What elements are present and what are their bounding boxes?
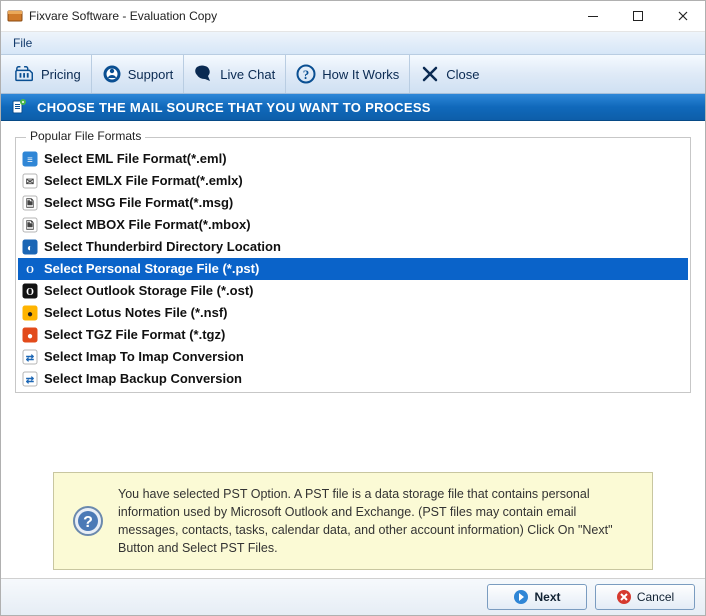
format-item-1[interactable]: ✉ Select EMLX File Format(*.emlx) — [18, 170, 688, 192]
format-label: Select Personal Storage File (*.pst) — [44, 261, 259, 277]
ost-icon: O — [22, 283, 38, 299]
footer: Next Cancel — [1, 578, 705, 615]
banner-text: CHOOSE THE MAIL SOURCE THAT YOU WANT TO … — [37, 100, 431, 115]
toolbar-label: Support — [128, 67, 174, 82]
svg-text:?: ? — [83, 514, 93, 531]
format-item-10[interactable]: ⇄ Select Imap Backup Conversion — [18, 368, 688, 390]
toolbar-label: Live Chat — [220, 67, 275, 82]
tbird-icon: ◐ — [22, 239, 38, 255]
info-box: ? You have selected PST Option. A PST fi… — [53, 472, 653, 571]
close-tool-icon — [420, 64, 440, 84]
cancel-x-icon — [616, 589, 632, 605]
svg-text:⇄: ⇄ — [26, 353, 35, 364]
app-icon — [7, 8, 23, 24]
svg-text:≡: ≡ — [27, 155, 33, 166]
toolbar-support[interactable]: Support — [92, 55, 185, 93]
eml-icon: ≡ — [22, 151, 38, 167]
tgz-icon: ● — [22, 327, 38, 343]
window-buttons — [570, 1, 705, 31]
minimize-button[interactable] — [570, 1, 615, 31]
svg-text:O: O — [26, 287, 34, 298]
toolbar-label: How It Works — [322, 67, 399, 82]
info-text: You have selected PST Option. A PST file… — [118, 485, 634, 558]
support-icon — [102, 64, 122, 84]
svg-text:🗎: 🗎 — [26, 220, 34, 232]
svg-text:●: ● — [27, 309, 33, 320]
pricing-icon — [15, 64, 35, 84]
maximize-button[interactable] — [615, 1, 660, 31]
svg-text:?: ? — [303, 67, 310, 82]
format-item-5[interactable]: O Select Personal Storage File (*.pst) — [18, 258, 688, 280]
format-label: Select TGZ File Format (*.tgz) — [44, 327, 225, 343]
main-area: Popular File Formats ≡ Select EML File Fo… — [1, 121, 705, 578]
format-item-9[interactable]: ⇄ Select Imap To Imap Conversion — [18, 346, 688, 368]
next-arrow-icon — [513, 589, 529, 605]
svg-text:🗎: 🗎 — [26, 198, 34, 210]
format-label: Select Imap To Imap Conversion — [44, 349, 244, 365]
format-item-0[interactable]: ≡ Select EML File Format(*.eml) — [18, 148, 688, 170]
window-title: Fixvare Software - Evaluation Copy — [29, 9, 570, 23]
toolbar-label: Pricing — [41, 67, 81, 82]
toolbar-close[interactable]: Close — [410, 55, 489, 93]
mbox-icon: 🗎 — [22, 217, 38, 233]
info-question-icon: ? — [72, 505, 104, 537]
banner: CHOOSE THE MAIL SOURCE THAT YOU WANT TO … — [1, 94, 705, 121]
format-item-8[interactable]: ● Select TGZ File Format (*.tgz) — [18, 324, 688, 346]
toolbar-live-chat[interactable]: Live Chat — [184, 55, 286, 93]
format-label: Select Imap Backup Conversion — [44, 371, 242, 387]
toolbar-label: Close — [446, 67, 479, 82]
titlebar: Fixvare Software - Evaluation Copy — [1, 1, 705, 32]
format-item-6[interactable]: O Select Outlook Storage File (*.ost) — [18, 280, 688, 302]
format-list: ≡ Select EML File Format(*.eml) ✉ Select EM… — [18, 148, 688, 390]
svg-text:●: ● — [27, 331, 33, 342]
emlx-icon: ✉ — [22, 173, 38, 189]
livechat-icon — [194, 64, 214, 84]
format-label: Select Outlook Storage File (*.ost) — [44, 283, 253, 299]
toolbar: Pricing Support Live Chat? How It Works Clos… — [1, 55, 705, 94]
cancel-button[interactable]: Cancel — [595, 584, 695, 610]
format-label: Select Thunderbird Directory Location — [44, 239, 281, 255]
format-item-3[interactable]: 🗎 Select MBOX File Format(*.mbox) — [18, 214, 688, 236]
toolbar-how-it-works[interactable]: ? How It Works — [286, 55, 410, 93]
format-label: Select EML File Format(*.eml) — [44, 151, 227, 167]
format-item-7[interactable]: ● Select Lotus Notes File (*.nsf) — [18, 302, 688, 324]
toolbar-pricing[interactable]: Pricing — [5, 55, 92, 93]
format-item-2[interactable]: 🗎 Select MSG File Format(*.msg) — [18, 192, 688, 214]
imap2-icon: ⇄ — [22, 349, 38, 365]
format-item-4[interactable]: ◐ Select Thunderbird Directory Location — [18, 236, 688, 258]
svg-text:O: O — [26, 265, 34, 276]
next-label: Next — [534, 590, 560, 604]
imapb-icon: ⇄ — [22, 371, 38, 387]
banner-icon — [11, 99, 27, 115]
next-button[interactable]: Next — [487, 584, 587, 610]
app-window: Fixvare Software - Evaluation Copy File … — [0, 0, 706, 616]
nsf-icon: ● — [22, 305, 38, 321]
cancel-label: Cancel — [637, 590, 674, 604]
format-label: Select MBOX File Format(*.mbox) — [44, 217, 251, 233]
formats-groupbox: Popular File Formats ≡Select EML File Fo… — [15, 137, 691, 393]
svg-text:◐: ◐ — [27, 243, 33, 254]
formats-title: Popular File Formats — [26, 129, 145, 143]
menu-file[interactable]: File — [5, 34, 40, 52]
window-close-button[interactable] — [660, 1, 705, 31]
format-label: Select EMLX File Format(*.emlx) — [44, 173, 243, 189]
pst-icon: O — [22, 261, 38, 277]
msg-icon: 🗎 — [22, 195, 38, 211]
svg-text:✉: ✉ — [26, 177, 34, 188]
svg-text:⇄: ⇄ — [26, 375, 35, 386]
format-label: Select MSG File Format(*.msg) — [44, 195, 233, 211]
menubar: File — [1, 32, 705, 55]
howitworks-icon: ? — [296, 64, 316, 84]
format-label: Select Lotus Notes File (*.nsf) — [44, 305, 227, 321]
